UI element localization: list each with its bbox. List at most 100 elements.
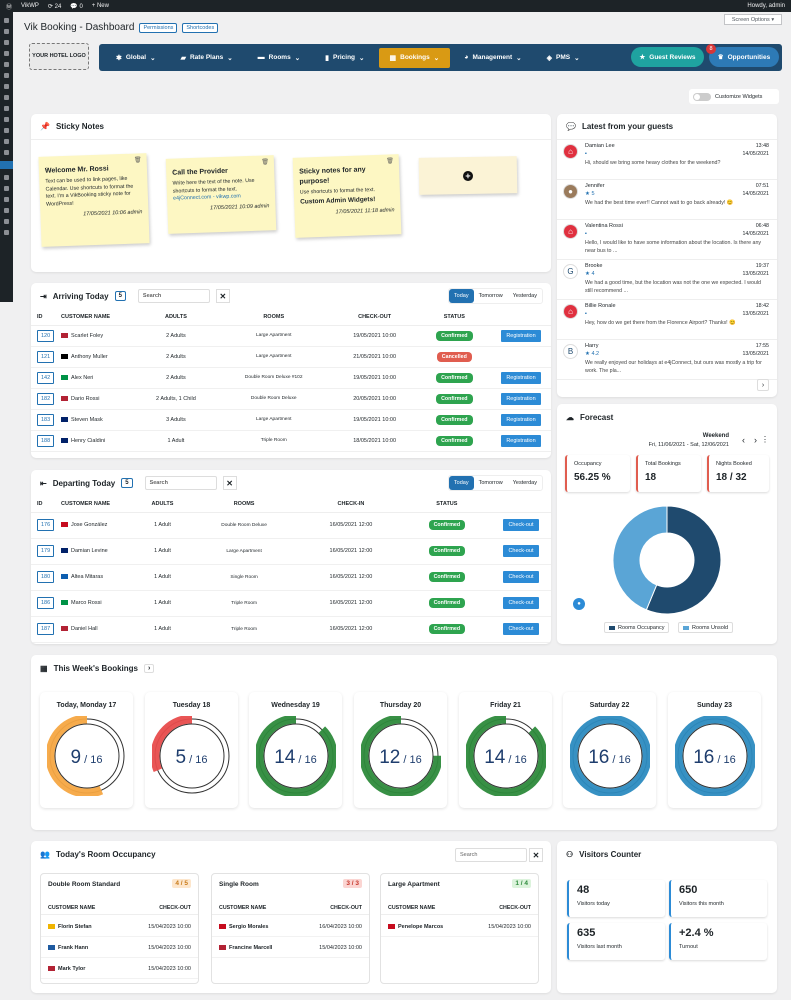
clear-search-button[interactable]: ✕ bbox=[529, 848, 543, 862]
table-row[interactable]: Penelope Marcos 15/04/2023 10:00 bbox=[381, 917, 538, 937]
booking-id-link[interactable]: 179 bbox=[37, 545, 55, 557]
legend-item[interactable]: Rooms Unsold bbox=[678, 622, 734, 633]
action-button[interactable]: Registration bbox=[501, 434, 541, 447]
table-row[interactable]: Sergio Morales 16/04/2023 10:00 bbox=[212, 917, 369, 937]
booking-id-link[interactable]: 187 bbox=[37, 623, 55, 635]
day-booking-card[interactable]: Tuesday 18 5 / 16 bbox=[145, 692, 238, 808]
menu-pms[interactable]: ◈ PMS ⌄ bbox=[536, 48, 591, 68]
pin-icon[interactable] bbox=[4, 128, 9, 133]
action-button[interactable]: Registration bbox=[501, 413, 541, 426]
updates-count[interactable]: ⟳ 24 bbox=[48, 3, 61, 10]
table-row[interactable]: 188 Henry Cialdini 1 Adult Triple Room 1… bbox=[31, 430, 551, 452]
trash-icon[interactable]: 🗑 bbox=[386, 157, 394, 166]
wp-logo-icon[interactable]: Ⓦ bbox=[6, 2, 12, 11]
table-row[interactable]: Frank Hann 15/04/2023 10:00 bbox=[41, 938, 198, 958]
table-row[interactable]: 142 Alex Neri 2 Adults Double Room Delux… bbox=[31, 367, 551, 389]
customize-widgets-toggle[interactable]: Customize Widgets bbox=[689, 89, 779, 104]
tab-today[interactable]: Today bbox=[448, 289, 474, 303]
action-button[interactable]: Check-out bbox=[503, 623, 539, 635]
comments-count[interactable]: 💬 0 bbox=[70, 3, 82, 10]
action-button[interactable]: Registration bbox=[501, 371, 541, 384]
table-row[interactable]: 180 Altea Mitaras 1 Adult Single Room 16… bbox=[31, 564, 551, 591]
toggle-switch[interactable] bbox=[693, 92, 711, 101]
clear-search-button[interactable]: ✕ bbox=[215, 289, 230, 303]
table-row[interactable]: 176 Jose González 1 Adult Double Room De… bbox=[31, 512, 551, 539]
tools-icon[interactable] bbox=[4, 106, 9, 111]
table-row[interactable]: 187 Daniel Hall 1 Adult Triple Room 16/0… bbox=[31, 616, 551, 643]
day-booking-card[interactable]: Friday 21 14 / 16 bbox=[459, 692, 552, 808]
search-input[interactable]: Search bbox=[455, 848, 527, 862]
add-note-button[interactable]: + bbox=[418, 156, 518, 195]
day-booking-card[interactable]: Today, Monday 17 9 / 16 bbox=[40, 692, 133, 808]
circle-icon[interactable] bbox=[4, 230, 9, 235]
day-booking-card[interactable]: Saturday 22 16 / 16 bbox=[563, 692, 656, 808]
users-icon[interactable] bbox=[4, 95, 9, 100]
booking-id-link[interactable]: 142 bbox=[37, 371, 55, 384]
legend-item[interactable]: Rooms Occupancy bbox=[604, 622, 670, 633]
user-icon[interactable] bbox=[4, 150, 9, 155]
brush-icon[interactable] bbox=[4, 139, 9, 144]
more-icon[interactable]: ⋮ bbox=[44, 167, 50, 176]
table-row[interactable]: 186 Marco Rossi 1 Adult Triple Room 16/0… bbox=[31, 590, 551, 617]
table-row[interactable]: Florin Stefan 15/04/2023 10:00 bbox=[41, 917, 198, 937]
tab-tomorrow[interactable]: Tomorrow bbox=[474, 289, 508, 303]
table-row[interactable]: Mark Tylor 15/04/2023 10:00 bbox=[41, 959, 198, 979]
search-input[interactable]: Search bbox=[144, 476, 217, 490]
more-icon[interactable]: ⋮ bbox=[298, 167, 304, 176]
guest-message-item[interactable]: G Brooke ★ 4 We had a good time, but the… bbox=[557, 260, 777, 300]
clear-search-button[interactable]: ✕ bbox=[222, 476, 237, 490]
plus-icon[interactable] bbox=[4, 219, 9, 224]
guest-reviews-button[interactable]: ★ Guest Reviews bbox=[631, 47, 704, 67]
booking-id-link[interactable]: 186 bbox=[37, 597, 55, 609]
media-icon[interactable] bbox=[4, 40, 9, 45]
menu-pricing[interactable]: ▮ Pricing ⌄ bbox=[314, 48, 375, 68]
chevron-left-icon[interactable]: ‹ bbox=[742, 435, 745, 445]
action-button[interactable]: Registration bbox=[501, 392, 541, 405]
share-icon[interactable] bbox=[4, 175, 9, 180]
booking-id-link[interactable]: 183 bbox=[37, 413, 55, 426]
search-input[interactable]: Search bbox=[137, 289, 210, 303]
menu-management[interactable]: ◕ Management ⌄ bbox=[453, 48, 532, 68]
site-name[interactable]: VikWP bbox=[21, 3, 39, 9]
dashboard-icon[interactable] bbox=[4, 18, 9, 23]
comments-icon[interactable] bbox=[4, 62, 9, 67]
guest-message-item[interactable]: ⌂ Damian Lee ▪ Hi, should we bring some … bbox=[557, 140, 777, 180]
trash-icon[interactable]: 🗑 bbox=[134, 156, 142, 165]
table-row[interactable]: 182 Dario Rossi 2 Adults, 1 Child Double… bbox=[31, 388, 551, 410]
tab-tomorrow[interactable]: Tomorrow bbox=[474, 476, 508, 490]
day-booking-card[interactable]: Thursday 20 12 / 16 bbox=[354, 692, 447, 808]
plugins-icon[interactable] bbox=[4, 84, 9, 89]
appearance-icon[interactable] bbox=[4, 73, 9, 78]
day-booking-card[interactable]: Sunday 23 16 / 16 bbox=[668, 692, 761, 808]
posts-icon[interactable] bbox=[4, 29, 9, 34]
booking-id-link[interactable]: 180 bbox=[37, 571, 55, 583]
tab-today[interactable]: Today bbox=[448, 476, 474, 490]
booking-id-link[interactable]: 176 bbox=[37, 519, 55, 531]
pages-icon[interactable] bbox=[4, 51, 9, 56]
shortcodes-button[interactable]: Shortcodes bbox=[182, 22, 219, 33]
cloud-icon[interactable] bbox=[4, 186, 9, 191]
guest-message-item[interactable]: ⌂ Billie Ronale ▪ Hey, how do we get the… bbox=[557, 300, 777, 340]
day-booking-card[interactable]: Wednesday 19 14 / 16 bbox=[249, 692, 342, 808]
permissions-button[interactable]: Permissions bbox=[139, 22, 178, 33]
action-button[interactable]: Check-out bbox=[503, 571, 539, 583]
more-icon[interactable]: ⋮ bbox=[761, 435, 769, 444]
howdy-user[interactable]: Howdy, admin bbox=[747, 3, 785, 9]
more-icon[interactable]: ⋮ bbox=[171, 169, 177, 178]
action-button[interactable]: Check-out bbox=[503, 519, 539, 531]
table-row[interactable]: 183 Steven Mask 3 Adults Large Apartment… bbox=[31, 409, 551, 431]
tab-yesterday[interactable]: Yesterday bbox=[508, 289, 542, 303]
table-row[interactable]: 120 Scarlet Foley 2 Adults Large Apartme… bbox=[31, 325, 551, 347]
table-row[interactable]: Francine Marcell 15/04/2023 10:00 bbox=[212, 938, 369, 958]
guest-message-item[interactable]: ⌂ Valentina Rossi ▪ Hello, I would like … bbox=[557, 220, 777, 260]
menu-bookings[interactable]: ▦ Bookings ⌄ bbox=[378, 47, 451, 68]
booking-id-link[interactable]: 120 bbox=[37, 329, 55, 342]
guest-message-item[interactable]: B Harry ★ 4.2 We really enjoyed our holi… bbox=[557, 340, 777, 380]
new-link[interactable]: + New bbox=[92, 3, 109, 9]
sticky-note[interactable]: ⋮ 🗑 Welcome Mr. Rossi Text can be used to… bbox=[38, 153, 150, 247]
booking-id-link[interactable]: 121 bbox=[37, 350, 55, 363]
table-row[interactable]: 121 Anthony Muller 2 Adults Large Apartm… bbox=[31, 346, 551, 368]
note-link[interactable]: e4jConnect.com - vikwp.com bbox=[173, 194, 241, 202]
opportunities-button[interactable]: ♛ Opportunities bbox=[709, 47, 779, 67]
action-button[interactable]: Check-out bbox=[503, 545, 539, 557]
